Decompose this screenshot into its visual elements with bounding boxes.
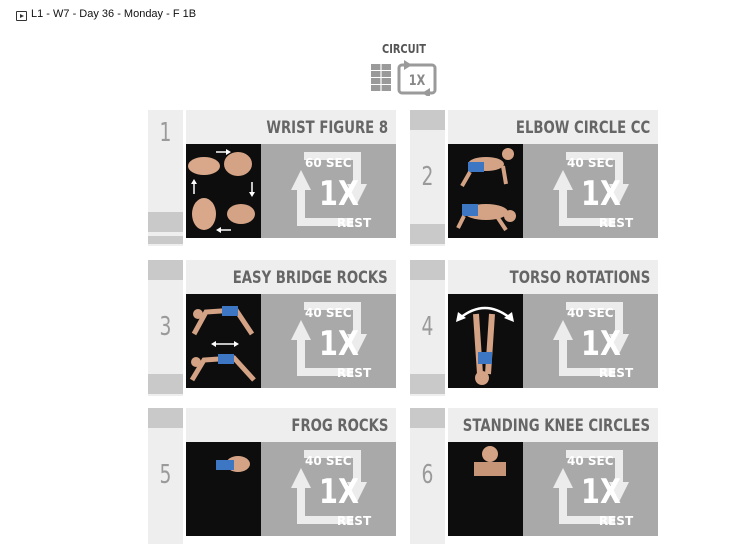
exercise-name: EASY BRIDGE ROCKS — [233, 268, 388, 288]
exercise-number: 1 — [159, 118, 172, 148]
workout-title: L1 - W7 - Day 36 - Monday - F 1B — [31, 8, 197, 20]
svg-text:1X: 1X — [319, 324, 359, 364]
exercise-name: STANDING KNEE CIRCLES — [462, 416, 650, 436]
circuit-icon: 1X — [371, 60, 439, 100]
svg-text:1X: 1X — [319, 472, 359, 512]
top-bar: L1 - W7 - Day 36 - Monday - F 1B — [0, 0, 750, 30]
svg-text:REST: REST — [599, 216, 634, 230]
svg-text:1X: 1X — [581, 174, 621, 214]
exercise-card[interactable]: 5 FROG ROCKS 40 SEC 1X REST — [148, 408, 396, 544]
exercise-name: FROG ROCKS — [290, 416, 388, 436]
grid-icon — [371, 64, 391, 91]
svg-text:1X: 1X — [581, 324, 621, 364]
rep-panel: 60 SEC 1X REST — [261, 144, 396, 238]
svg-text:40 SEC: 40 SEC — [567, 156, 614, 170]
exercise-image — [448, 294, 523, 388]
exercise-card[interactable]: 2 ELBOW CIRCLE CC 40 SEC 1X REST — [410, 110, 658, 246]
svg-text:1X: 1X — [319, 174, 359, 214]
exercise-number: 5 — [159, 460, 172, 490]
circuit-label: CIRCUIT — [381, 42, 427, 56]
exercise-name: WRIST FIGURE 8 — [266, 118, 388, 138]
rep-panel: 40 SEC 1X REST — [261, 294, 396, 388]
exercise-image — [448, 442, 523, 536]
exercise-card[interactable]: 1 WRIST FIGURE 8 60 SEC 1X REST — [148, 110, 396, 246]
svg-text:1X: 1X — [581, 472, 621, 512]
svg-text:REST: REST — [337, 514, 372, 528]
rep-panel: 40 SEC 1X REST — [523, 144, 658, 238]
svg-text:40 SEC: 40 SEC — [305, 306, 352, 320]
exercise-image — [186, 144, 261, 238]
exercise-number: 4 — [421, 312, 434, 342]
video-icon — [16, 11, 27, 21]
rep-panel: 40 SEC 1X REST — [523, 442, 658, 536]
exercise-card[interactable]: 3 EASY BRIDGE ROCKS 40 SEC 1X REST — [148, 260, 396, 396]
svg-text:REST: REST — [599, 514, 634, 528]
rep-panel: 40 SEC 1X REST — [523, 294, 658, 388]
svg-text:40 SEC: 40 SEC — [567, 306, 614, 320]
exercise-image — [186, 294, 261, 388]
exercise-number: 3 — [159, 312, 172, 342]
exercise-name: ELBOW CIRCLE CC — [515, 118, 650, 138]
exercise-image — [448, 144, 523, 238]
svg-text:REST: REST — [337, 366, 372, 380]
svg-text:40 SEC: 40 SEC — [567, 454, 614, 468]
exercise-name: TORSO ROTATIONS — [509, 268, 650, 288]
svg-text:40 SEC: 40 SEC — [305, 454, 352, 468]
rep-panel: 40 SEC 1X REST — [261, 442, 396, 536]
exercise-number: 2 — [421, 162, 434, 192]
svg-text:60 SEC: 60 SEC — [305, 156, 352, 170]
svg-text:REST: REST — [337, 216, 372, 230]
exercise-number: 6 — [421, 460, 434, 490]
exercise-card[interactable]: 4 TORSO ROTATIONS 40 SEC 1X REST — [410, 260, 658, 396]
exercise-card[interactable]: 6 STANDING KNEE CIRCLES 40 SEC 1X REST — [410, 408, 658, 544]
svg-text:REST: REST — [599, 366, 634, 380]
exercise-image — [186, 442, 261, 536]
svg-text:1X: 1X — [409, 72, 426, 89]
